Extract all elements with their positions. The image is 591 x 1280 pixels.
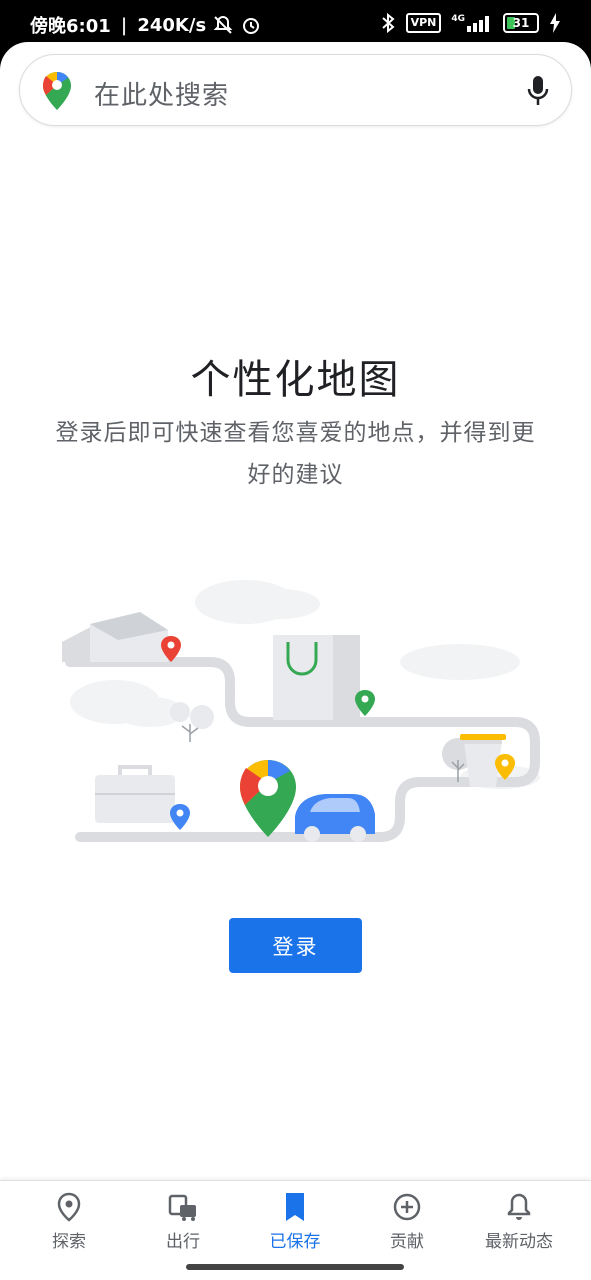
nav-label-contribute: 贡献 [390,1232,424,1252]
house-shape [62,612,168,662]
commute-icon [168,1194,196,1221]
status-left: 傍晚6:01 | 240K/s [30,12,262,38]
bell-icon [507,1193,531,1220]
vpn-badge: VPN [405,13,442,33]
charging-icon [550,13,560,33]
blue-pin-icon [170,804,190,830]
shopping-bag-shape [273,635,360,720]
page-subtitle: 登录后即可快速查看您喜爱的地点，并得到更好的建议 [55,420,536,488]
home-indicator[interactable] [186,1264,404,1270]
nav-label-saved: 已保存 [269,1232,321,1252]
signal-indicator: 4G [451,14,493,32]
page-title: 个性化地图 [190,357,401,403]
bottom-navigation: 探索 出行 已保存 贡献 最新动态 [0,1180,591,1280]
nav-tab-saved[interactable]: 已保存 [236,1191,354,1252]
nav-label-updates: 最新动态 [485,1232,553,1252]
google-maps-logo-icon [43,72,71,110]
suitcase-shape [95,765,175,823]
saved-places-illustration [62,580,540,842]
login-button[interactable]: 登录 [229,918,362,973]
bluetooth-icon [381,12,395,34]
nav-tab-commute[interactable]: 出行 [124,1191,242,1252]
nav-tab-updates[interactable]: 最新动态 [460,1191,578,1252]
app-screen: 在此处搜索 个性化地图 登录后即可快速查看您喜爱的地点，并得到更好的建议 登录 … [0,42,591,1280]
signal-label: 4G [451,14,465,24]
nav-tab-explore[interactable]: 探索 [10,1191,128,1252]
battery-level: 31 [512,16,530,30]
maps-pin-large-icon [240,760,296,837]
nav-tab-contribute[interactable]: 贡献 [348,1191,466,1252]
search-bar[interactable]: 在此处搜索 [19,54,572,126]
signal-bars-icon [467,16,489,32]
alarm-clock-icon [243,18,260,34]
status-separator: | [120,14,128,36]
add-circle-icon [393,1193,421,1221]
bookmark-icon [286,1193,304,1221]
nav-label-commute: 出行 [166,1232,200,1252]
tree-left-shape [170,702,214,742]
nav-label-explore: 探索 [52,1232,86,1252]
network-speed: 240K/s [137,14,207,36]
mute-bell-icon [213,15,233,34]
battery-indicator: 31 [503,13,539,33]
microphone-icon[interactable] [525,75,551,107]
search-input[interactable]: 在此处搜索 [94,75,229,112]
clock: 傍晚6:01 [30,16,111,37]
location-pin-icon [57,1192,81,1222]
status-right: VPN 4G 31 [380,12,561,34]
